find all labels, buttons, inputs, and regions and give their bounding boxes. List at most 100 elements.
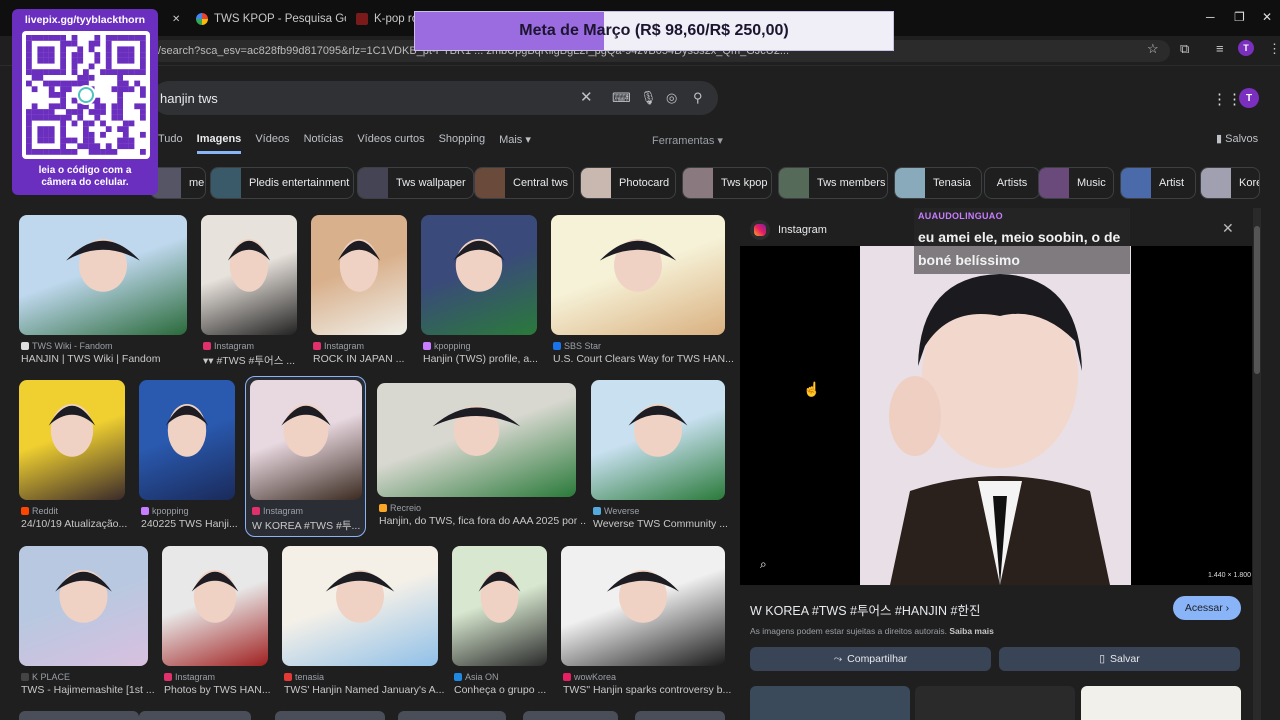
result-thumbnail[interactable] [561, 546, 725, 666]
menu-icon[interactable]: ⋮ [1268, 41, 1280, 57]
saved-button[interactable]: ▮ Salvos [1216, 132, 1258, 145]
result-title[interactable]: TWS' Hanjin Named January's A... [284, 684, 448, 696]
related-chip[interactable]: Tenasia [894, 167, 982, 199]
tools-button[interactable]: Ferramentas ▾ [652, 134, 723, 147]
result-title[interactable]: TWS - Hajimemashite [1st ... [21, 684, 158, 696]
result-title[interactable]: ROCK IN JAPAN ... [313, 353, 417, 365]
share-button[interactable]: ⤳ Compartilhar [750, 647, 991, 671]
image-dimensions: 1.440 × 1.800 [1208, 572, 1252, 579]
image-result[interactable] [523, 711, 618, 720]
result-title[interactable]: W KOREA #TWS #투... [252, 518, 372, 533]
preview-image[interactable]: ⌕ 1.440 × 1.800 [740, 246, 1252, 585]
learn-more-link[interactable]: Saiba mais [949, 626, 993, 636]
bookmark-star-icon[interactable]: ☆ [1147, 41, 1159, 57]
tab-images[interactable]: Imagens [196, 133, 242, 154]
profile-avatar[interactable]: T [1238, 40, 1254, 56]
result-thumbnail[interactable] [19, 546, 148, 666]
result-title[interactable]: Weverse TWS Community ... [593, 518, 735, 530]
close-window-icon[interactable]: ✕ [1262, 10, 1272, 24]
close-tab-icon[interactable]: ✕ [172, 8, 180, 30]
chat-message: AUAUDOLINGUAO eu amei ele, meio soobin, … [914, 208, 1130, 274]
result-title[interactable]: 240225 TWS Hanji... [141, 518, 245, 530]
search-input[interactable]: hanjin tws [160, 91, 218, 106]
goal-text: Meta de Março (R$ 98,60/R$ 250,00) [519, 22, 789, 39]
tab-shopping[interactable]: Shopping [439, 133, 486, 154]
image-result[interactable] [398, 711, 506, 720]
panel-header[interactable]: Instagram [750, 220, 827, 240]
account-avatar[interactable]: T [1239, 88, 1259, 108]
panel-scrollbar[interactable] [1253, 208, 1261, 720]
search-icon[interactable]: ⚲ [693, 90, 703, 106]
microphone-icon[interactable]: 🎙 [640, 90, 657, 106]
result-thumbnail[interactable] [551, 215, 725, 335]
result-title[interactable]: Photos by TWS HAN... [164, 684, 278, 696]
tab-all[interactable]: Tudo [158, 133, 183, 154]
qr-overlay: livepix.gg/tyyblackthorn leia o código c… [12, 9, 158, 195]
related-thumb[interactable] [1081, 686, 1241, 720]
result-thumbnail[interactable] [162, 546, 268, 666]
lens-icon[interactable]: ◎ [666, 90, 677, 106]
lens-search-icon: ⌕ [760, 557, 767, 571]
close-panel-icon[interactable]: ✕ [1222, 220, 1234, 237]
related-chip[interactable]: Photocard [580, 167, 676, 199]
related-chip[interactable]: member [150, 167, 206, 199]
minimize-icon[interactable]: ─ [1206, 10, 1215, 24]
clear-icon[interactable]: ✕ [580, 88, 593, 106]
related-chip[interactable]: Tws members [778, 167, 888, 199]
tab-news[interactable]: Notícias [304, 133, 344, 154]
related-chip[interactable]: Pledis entertainment [210, 167, 354, 199]
result-title[interactable]: 24/10/19 Atualização... [21, 518, 135, 530]
keyboard-icon[interactable]: ⌨ [612, 90, 631, 106]
related-chip[interactable]: Artist [1120, 167, 1196, 199]
media-control-icon[interactable]: ≡ [1216, 41, 1224, 56]
source-label: K PLACE [32, 672, 71, 682]
result-title[interactable]: Hanjin, do TWS, fica fora do AAA 2025 po… [379, 515, 586, 527]
search-type-tabs: Tudo Imagens Vídeos Notícias Vídeos curt… [158, 133, 545, 154]
result-title[interactable]: U.S. Court Clears Way for TWS HAN... [553, 353, 735, 365]
result-title[interactable]: HANJIN | TWS Wiki | Fandom [21, 353, 197, 365]
image-result[interactable] [19, 711, 139, 720]
result-thumbnail[interactable] [421, 215, 537, 335]
result-thumbnail[interactable] [250, 380, 362, 500]
tab-videos[interactable]: Vídeos [255, 133, 289, 154]
result-title[interactable]: Hanjin (TWS) profile, a... [423, 353, 547, 365]
browser-tab[interactable]: TWS KPOP - Pesquisa Google ✕ [196, 8, 346, 30]
result-source: kpopping [141, 506, 189, 516]
result-thumbnail[interactable] [282, 546, 438, 666]
related-thumb[interactable] [750, 686, 910, 720]
related-chip[interactable]: Kore [1200, 167, 1260, 199]
image-result[interactable] [139, 711, 251, 720]
result-thumbnail[interactable] [311, 215, 407, 335]
apps-grid-icon[interactable]: ⋮⋮ [1212, 90, 1242, 108]
related-chip[interactable]: Artists [984, 167, 1040, 199]
image-result[interactable] [635, 711, 725, 720]
related-thumb[interactable] [915, 686, 1075, 720]
result-thumbnail[interactable] [19, 215, 187, 335]
save-button[interactable]: ▯ Salvar [999, 647, 1240, 671]
result-thumbnail[interactable] [201, 215, 297, 335]
result-title[interactable]: TWS" Hanjin sparks controversy b... [563, 684, 735, 696]
result-source: Instagram [252, 506, 303, 516]
result-thumbnail[interactable] [377, 383, 576, 497]
result-title[interactable]: Conheça o grupo ... [454, 684, 557, 696]
tab-more[interactable]: Mais ▾ [499, 133, 531, 154]
scrollbar-thumb[interactable] [1254, 226, 1260, 374]
related-chip[interactable]: Music [1038, 167, 1114, 199]
image-result[interactable] [275, 711, 385, 720]
share-label: Compartilhar [847, 653, 908, 665]
result-thumbnail[interactable] [19, 380, 125, 500]
result-thumbnail[interactable] [452, 546, 547, 666]
result-thumbnail[interactable] [591, 380, 725, 500]
result-title[interactable]: ▾▾ #TWS #투어스 ... [203, 353, 307, 368]
restore-icon[interactable]: ❐ [1234, 10, 1245, 24]
chip-label: Artist [1159, 177, 1185, 189]
related-chip[interactable]: Tws kpop [682, 167, 772, 199]
visit-button[interactable]: Acessar › [1173, 596, 1241, 620]
search-box[interactable]: hanjin tws ✕ ⌨ 🎙 ◎ ⚲ [152, 81, 718, 115]
related-chip[interactable]: Central tws [474, 167, 574, 199]
browser-tab[interactable]: K-pop rookie [356, 8, 416, 30]
tab-short-videos[interactable]: Vídeos curtos [357, 133, 424, 154]
related-chip[interactable]: Tws wallpaper [357, 167, 474, 199]
extension-icon[interactable]: ⧉ [1180, 41, 1189, 57]
result-thumbnail[interactable] [139, 380, 235, 500]
